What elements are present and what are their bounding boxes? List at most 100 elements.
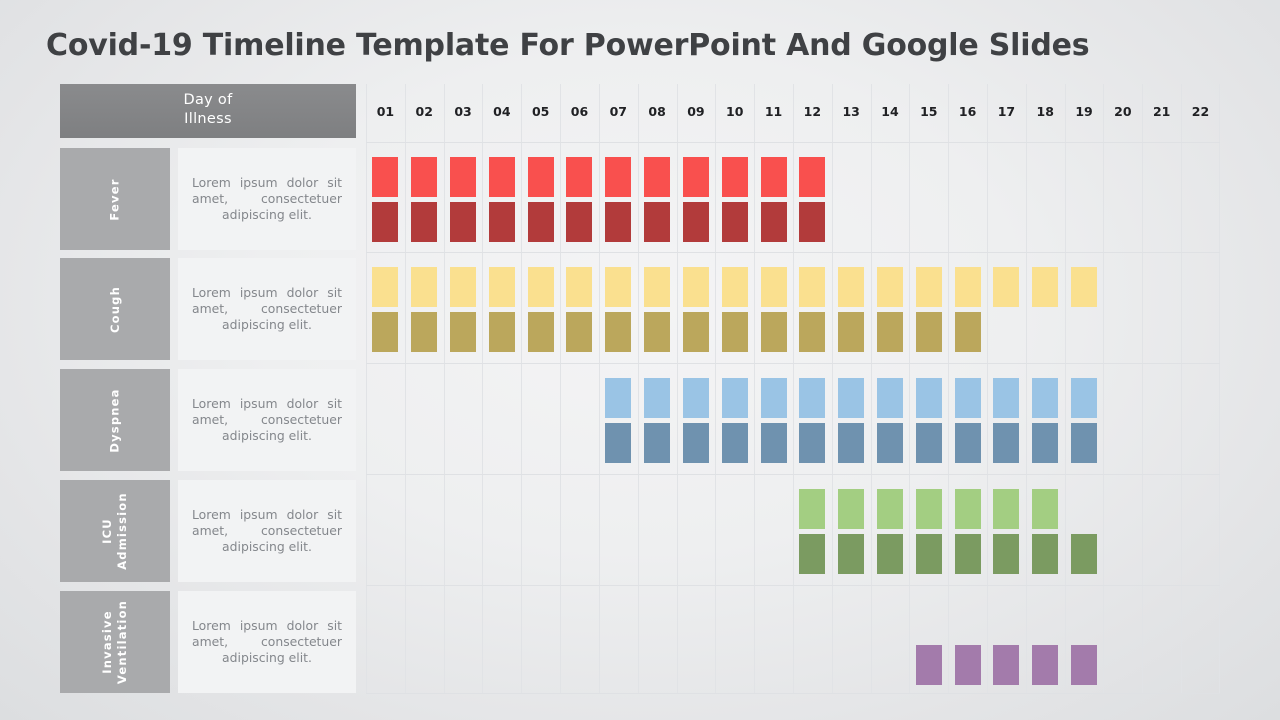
day-column-header-03[interactable]: 03 (443, 84, 483, 694)
timeline-cell-invasive-ventilation-day-09[interactable] (677, 591, 716, 693)
timeline-cell-icu-admission-day-22[interactable] (1181, 480, 1220, 582)
timeline-cell-dyspnea-day-16[interactable] (948, 369, 987, 471)
timeline-cell-fever-day-20[interactable] (1103, 148, 1142, 250)
day-column-header-02[interactable]: 02 (404, 84, 444, 694)
timeline-cell-fever-day-05[interactable] (521, 148, 560, 250)
timeline-cell-icu-admission-day-12[interactable] (793, 480, 832, 582)
timeline-cell-invasive-ventilation-day-19[interactable] (1065, 591, 1104, 693)
timeline-cell-cough-day-02[interactable] (405, 258, 444, 360)
day-column-header-17[interactable]: 17 (987, 84, 1026, 694)
timeline-cell-dyspnea-day-09[interactable] (677, 369, 716, 471)
day-column-header-21[interactable]: 21 (1142, 84, 1181, 694)
row-header-cough[interactable]: Cough Lorem ipsum dolor sit amet, consec… (60, 258, 356, 360)
timeline-cell-icu-admission-day-15[interactable] (909, 480, 948, 582)
timeline-cell-invasive-ventilation-day-22[interactable] (1181, 591, 1220, 693)
timeline-cell-cough-day-18[interactable] (1026, 258, 1065, 360)
timeline-cell-cough-day-14[interactable] (871, 258, 910, 360)
timeline-cell-dyspnea-day-03[interactable] (444, 369, 483, 471)
timeline-cell-icu-admission-day-13[interactable] (832, 480, 871, 582)
row-header-dyspnea[interactable]: Dyspnea Lorem ipsum dolor sit amet, cons… (60, 369, 356, 471)
timeline-cell-invasive-ventilation-day-11[interactable] (754, 591, 793, 693)
timeline-cell-dyspnea-day-07[interactable] (599, 369, 638, 471)
day-column-header-11[interactable]: 11 (754, 84, 793, 694)
timeline-cell-icu-admission-day-14[interactable] (871, 480, 910, 582)
timeline-cell-invasive-ventilation-day-21[interactable] (1142, 591, 1181, 693)
timeline-cell-invasive-ventilation-day-01[interactable] (366, 591, 405, 693)
timeline-cell-fever-day-19[interactable] (1065, 148, 1104, 250)
timeline-cell-fever-day-15[interactable] (909, 148, 948, 250)
timeline-cell-fever-day-18[interactable] (1026, 148, 1065, 250)
timeline-cell-icu-admission-day-08[interactable] (638, 480, 677, 582)
timeline-cell-cough-day-05[interactable] (521, 258, 560, 360)
timeline-cell-invasive-ventilation-day-16[interactable] (948, 591, 987, 693)
timeline-cell-cough-day-08[interactable] (638, 258, 677, 360)
timeline-cell-icu-admission-day-17[interactable] (987, 480, 1026, 582)
timeline-cell-invasive-ventilation-day-08[interactable] (638, 591, 677, 693)
timeline-cell-fever-day-06[interactable] (560, 148, 599, 250)
timeline-cell-dyspnea-day-08[interactable] (638, 369, 677, 471)
timeline-cell-dyspnea-day-06[interactable] (560, 369, 599, 471)
timeline-cell-dyspnea-day-14[interactable] (871, 369, 910, 471)
timeline-cell-invasive-ventilation-day-06[interactable] (560, 591, 599, 693)
timeline-cell-invasive-ventilation-day-05[interactable] (521, 591, 560, 693)
timeline-cell-cough-day-20[interactable] (1103, 258, 1142, 360)
timeline-cell-cough-day-04[interactable] (482, 258, 521, 360)
timeline-cell-dyspnea-day-19[interactable] (1065, 369, 1104, 471)
timeline-cell-icu-admission-day-01[interactable] (366, 480, 405, 582)
timeline-cell-dyspnea-day-22[interactable] (1181, 369, 1220, 471)
timeline-cell-fever-day-02[interactable] (405, 148, 444, 250)
timeline-cell-cough-day-12[interactable] (793, 258, 832, 360)
timeline-cell-cough-day-11[interactable] (754, 258, 793, 360)
timeline-cell-cough-day-16[interactable] (948, 258, 987, 360)
timeline-cell-dyspnea-day-10[interactable] (715, 369, 754, 471)
day-column-header-13[interactable]: 13 (831, 84, 871, 694)
timeline-cell-invasive-ventilation-day-03[interactable] (444, 591, 483, 693)
timeline-cell-dyspnea-day-17[interactable] (987, 369, 1026, 471)
day-column-header-18[interactable]: 18 (1025, 84, 1065, 694)
timeline-cell-fever-day-04[interactable] (482, 148, 521, 250)
day-column-header-07[interactable]: 07 (598, 84, 638, 694)
timeline-cell-fever-day-10[interactable] (715, 148, 754, 250)
timeline-cell-fever-day-17[interactable] (987, 148, 1026, 250)
timeline-cell-icu-admission-day-19[interactable] (1065, 480, 1104, 582)
timeline-cell-invasive-ventilation-day-04[interactable] (482, 591, 521, 693)
timeline-cell-dyspnea-day-02[interactable] (405, 369, 444, 471)
timeline-cell-icu-admission-day-11[interactable] (754, 480, 793, 582)
day-column-header-09[interactable]: 09 (676, 84, 716, 694)
day-column-header-14[interactable]: 14 (870, 84, 910, 694)
timeline-cell-invasive-ventilation-day-02[interactable] (405, 591, 444, 693)
timeline-cell-invasive-ventilation-day-07[interactable] (599, 591, 638, 693)
timeline-cell-cough-day-10[interactable] (715, 258, 754, 360)
timeline-cell-icu-admission-day-02[interactable] (405, 480, 444, 582)
timeline-cell-dyspnea-day-11[interactable] (754, 369, 793, 471)
day-column-header-05[interactable]: 05 (521, 84, 560, 694)
timeline-cell-cough-day-01[interactable] (366, 258, 405, 360)
timeline-cell-cough-day-21[interactable] (1142, 258, 1181, 360)
day-column-header-06[interactable]: 06 (560, 84, 599, 694)
day-column-header-20[interactable]: 20 (1103, 84, 1142, 694)
timeline-cell-fever-day-01[interactable] (366, 148, 405, 250)
row-header-fever[interactable]: Fever Lorem ipsum dolor sit amet, consec… (60, 148, 356, 250)
timeline-cell-dyspnea-day-18[interactable] (1026, 369, 1065, 471)
timeline-cell-invasive-ventilation-day-15[interactable] (909, 591, 948, 693)
timeline-cell-fever-day-09[interactable] (677, 148, 716, 250)
timeline-cell-fever-day-21[interactable] (1142, 148, 1181, 250)
timeline-cell-cough-day-19[interactable] (1065, 258, 1104, 360)
timeline-cell-cough-day-07[interactable] (599, 258, 638, 360)
row-header-icu-admission[interactable]: ICU Admission Lorem ipsum dolor sit amet… (60, 480, 356, 582)
timeline-cell-cough-day-09[interactable] (677, 258, 716, 360)
timeline-cell-icu-admission-day-04[interactable] (482, 480, 521, 582)
timeline-cell-invasive-ventilation-day-17[interactable] (987, 591, 1026, 693)
row-header-invasive-ventilation[interactable]: Invasive Ventilation Lorem ipsum dolor s… (60, 591, 356, 693)
timeline-cell-cough-day-15[interactable] (909, 258, 948, 360)
timeline-cell-fever-day-14[interactable] (871, 148, 910, 250)
timeline-cell-fever-day-22[interactable] (1181, 148, 1220, 250)
timeline-cell-invasive-ventilation-day-14[interactable] (871, 591, 910, 693)
day-column-header-04[interactable]: 04 (482, 84, 521, 694)
timeline-cell-dyspnea-day-21[interactable] (1142, 369, 1181, 471)
timeline-cell-invasive-ventilation-day-20[interactable] (1103, 591, 1142, 693)
timeline-cell-cough-day-06[interactable] (560, 258, 599, 360)
timeline-cell-fever-day-08[interactable] (638, 148, 677, 250)
day-column-header-19[interactable]: 19 (1064, 84, 1104, 694)
timeline-cell-fever-day-03[interactable] (444, 148, 483, 250)
